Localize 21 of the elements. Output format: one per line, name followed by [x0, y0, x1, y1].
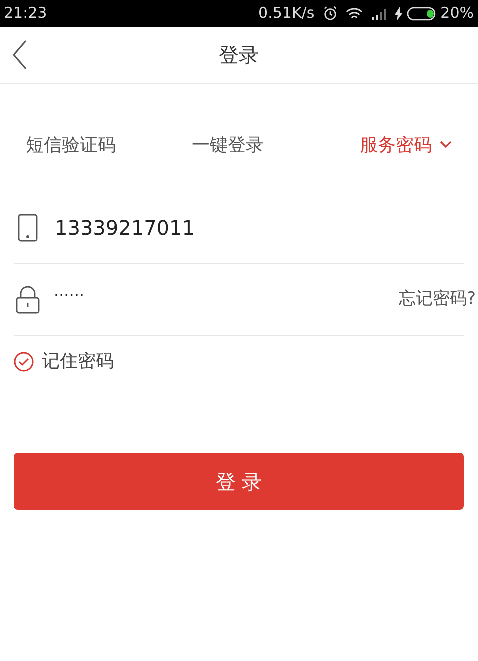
phone-icon [18, 214, 38, 242]
phone-field[interactable]: 13339217011 [55, 212, 195, 242]
battery-percent: 20% [440, 3, 474, 24]
lock-icon [16, 286, 40, 314]
battery-icon [406, 6, 437, 20]
login-tab[interactable]: 短信验证码 [26, 132, 116, 158]
alarm-icon [322, 6, 338, 21]
wifi-icon [346, 6, 363, 20]
login-button[interactable]: 登 录 [14, 453, 464, 510]
chevron-down-icon [440, 141, 452, 149]
signal-icon [370, 8, 387, 20]
login-tab[interactable]: 服务密码 [360, 132, 452, 158]
remember-password-checkbox[interactable]: 记住密码 [14, 348, 114, 375]
password-field[interactable]: ······ [54, 284, 85, 308]
back-icon [12, 40, 28, 70]
charging-icon [394, 6, 403, 20]
network-speed: 0.51K/s [258, 3, 315, 24]
login-tab[interactable]: 一键登录 [192, 132, 264, 158]
status-time: 21:23 [4, 3, 48, 24]
page-title: 登录 [219, 42, 259, 69]
forgot-password-link[interactable]: 忘记密码? [398, 286, 476, 312]
